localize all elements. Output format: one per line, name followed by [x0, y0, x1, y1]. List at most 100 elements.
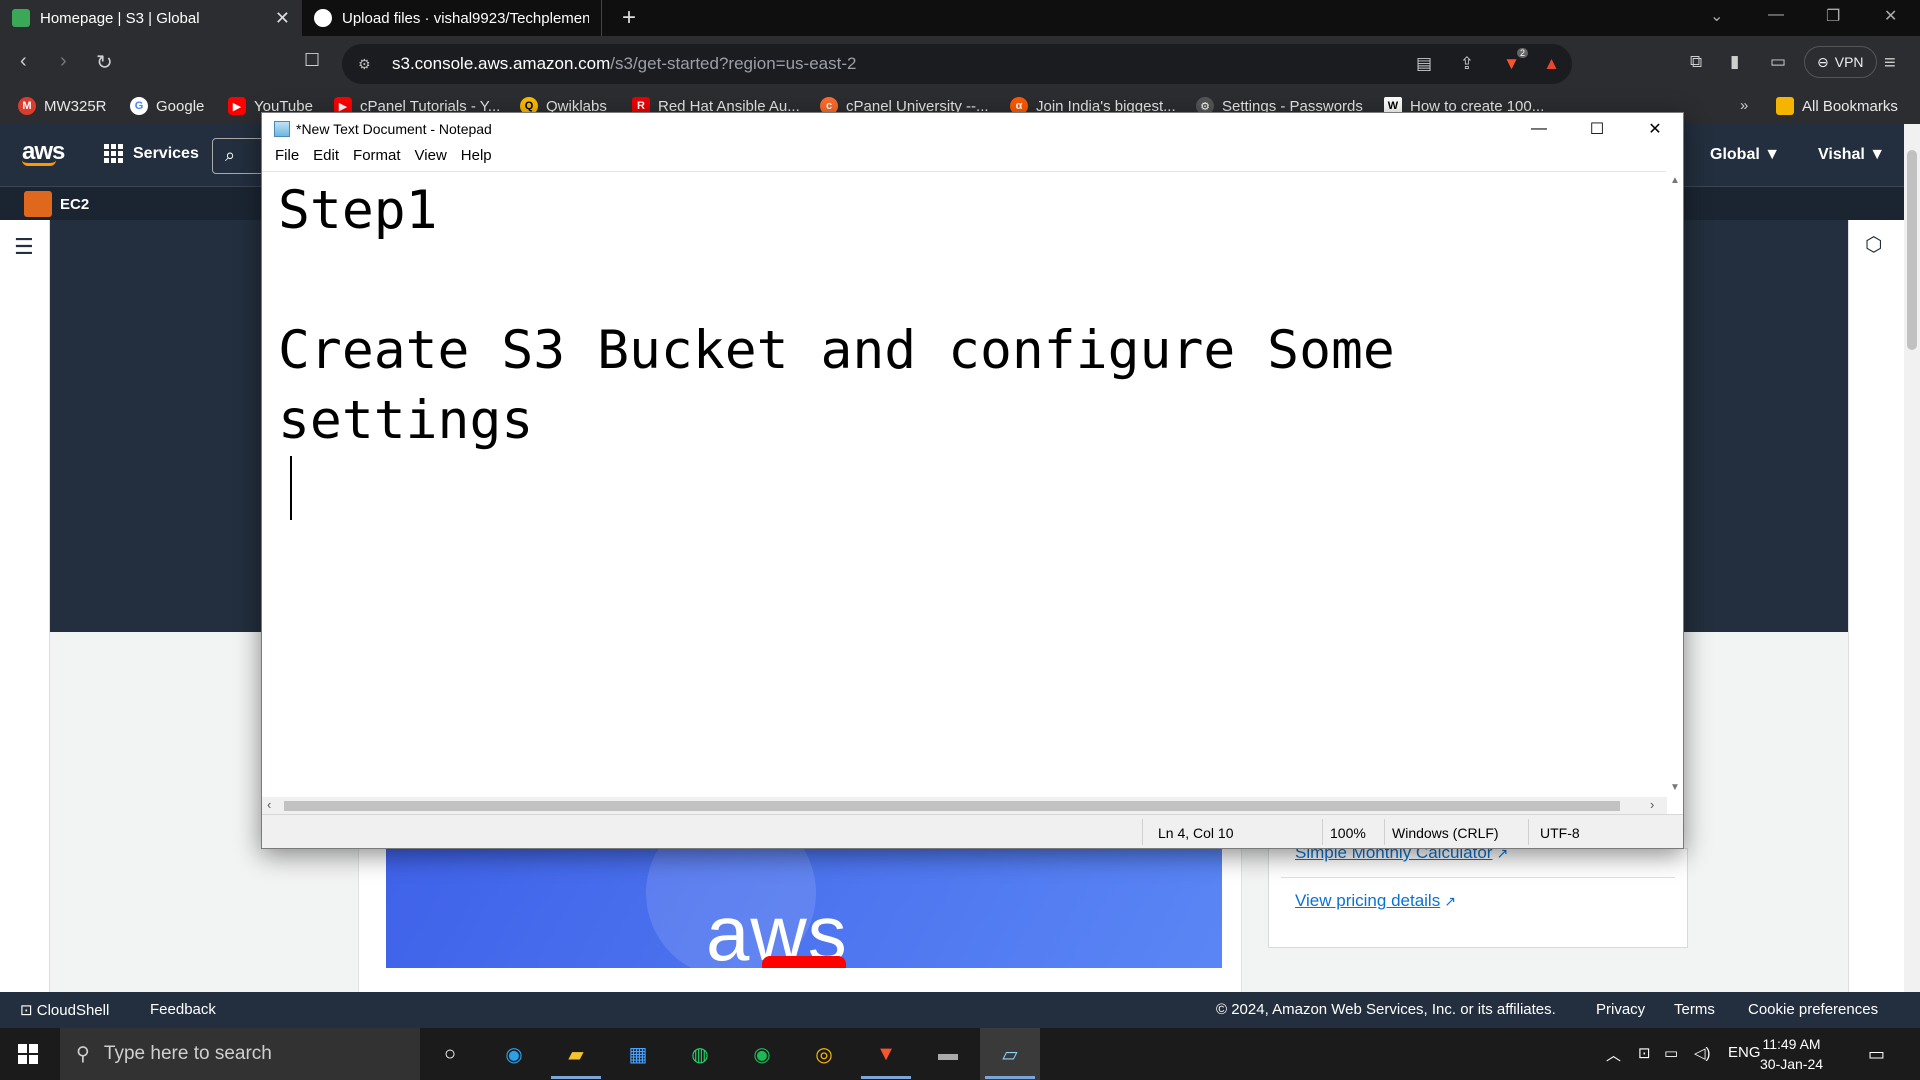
menu-format[interactable]: Format: [346, 145, 408, 167]
bookmarks-overflow-icon[interactable]: »: [1740, 97, 1748, 114]
terms-link[interactable]: Terms: [1674, 1001, 1715, 1018]
view-pricing-details-link[interactable]: View pricing details ↗: [1295, 891, 1456, 911]
link-label: View pricing details: [1295, 891, 1441, 910]
google-icon: G: [130, 97, 148, 115]
new-tab-button[interactable]: +: [622, 4, 636, 32]
windows-taskbar: ⚲ Type here to search ○ ◉ ▰ ▦ ◍ ◉ ◎ ▼ ▬ …: [0, 1028, 1920, 1080]
tab-s3-homepage[interactable]: Homepage | S3 | Global ✕: [0, 0, 302, 36]
notepad-vertical-scrollbar[interactable]: ▲ ▼: [1666, 171, 1683, 797]
browser-toolbar: ‹ › ↻ ☐ ⚙ s3.console.aws.amazon.com/s3/g…: [0, 36, 1920, 92]
m-icon: M: [18, 97, 36, 115]
cloudshell-button[interactable]: ⊡ CloudShell: [20, 1001, 109, 1019]
info-panel-icon[interactable]: ⬡: [1865, 232, 1882, 257]
account-menu[interactable]: Vishal ▼: [1818, 146, 1885, 164]
services-menu-button[interactable]: Services: [104, 144, 199, 163]
notepad-menu-bar: File Edit Format View Help: [262, 145, 1683, 167]
cookie-preferences-link[interactable]: Cookie preferences: [1748, 1001, 1878, 1018]
browser-menu-icon[interactable]: ≡: [1884, 52, 1896, 75]
aws-logo[interactable]: aws: [22, 138, 65, 166]
file-explorer-icon[interactable]: ▰: [558, 1036, 594, 1072]
system-clock[interactable]: 11:49 AM 30-Jan-24: [1760, 1034, 1823, 1074]
side-nav-collapsed: ☰: [0, 220, 50, 992]
privacy-link[interactable]: Privacy: [1596, 1001, 1645, 1018]
menu-view[interactable]: View: [408, 145, 454, 167]
notepad-taskbar-button[interactable]: ▱: [980, 1028, 1040, 1080]
scrollbar-thumb[interactable]: [284, 801, 1620, 811]
network-icon[interactable]: ▭: [1664, 1044, 1678, 1062]
ec2-shortcut[interactable]: EC2: [24, 191, 89, 217]
text-editor-area[interactable]: Step1 Create S3 Bucket and configure Some…: [262, 171, 1667, 797]
tools-panel-collapsed: ⬡: [1848, 220, 1904, 992]
brave-icon[interactable]: ▼: [868, 1036, 904, 1072]
extensions-icon[interactable]: ⧉: [1690, 52, 1702, 72]
restore-button[interactable]: ❐: [1826, 6, 1840, 26]
menu-help[interactable]: Help: [454, 145, 499, 167]
share-icon[interactable]: ⇪: [1460, 54, 1474, 74]
notifications-icon[interactable]: ▭: [1868, 1044, 1885, 1065]
site-settings-icon[interactable]: ⚙: [358, 56, 371, 73]
notepad-taskbar-icon: ▱: [1002, 1043, 1018, 1066]
brave-shields-icon[interactable]: ▼: [1503, 54, 1520, 74]
app-icon[interactable]: ▬: [930, 1036, 966, 1072]
edge-icon[interactable]: ◉: [496, 1036, 532, 1072]
external-link-icon: ↗: [1444, 893, 1456, 909]
notepad-horizontal-scrollbar[interactable]: ‹ ›: [262, 797, 1667, 814]
tab-github-upload[interactable]: Upload files · vishal9923/Techplement: [302, 0, 602, 36]
show-hidden-icons[interactable]: ︿: [1606, 1044, 1621, 1065]
tab-search-chevron-icon[interactable]: ⌄: [1710, 6, 1723, 26]
whatsapp-icon[interactable]: ◍: [682, 1036, 718, 1072]
task-view-icon[interactable]: ○: [432, 1036, 468, 1072]
wallet-icon[interactable]: ▭: [1770, 52, 1786, 72]
search-icon: ⌕: [225, 145, 236, 165]
forward-button[interactable]: ›: [60, 50, 67, 73]
text-line: Create S3 Bucket and configure Some sett…: [278, 320, 1427, 451]
bookmark-item[interactable]: M MW325R: [18, 97, 107, 115]
spotify-icon[interactable]: ◉: [744, 1036, 780, 1072]
brave-rewards-icon[interactable]: ▲: [1543, 54, 1560, 74]
reader-mode-icon[interactable]: ▤: [1416, 54, 1432, 74]
meet-now-icon[interactable]: ⊡: [1638, 1044, 1651, 1062]
region-selector[interactable]: Global ▼: [1710, 146, 1780, 164]
start-button[interactable]: [18, 1044, 38, 1064]
language-indicator[interactable]: ENG: [1728, 1044, 1761, 1061]
notepad-window: *New Text Document - Notepad — ☐ ✕ File …: [261, 112, 1684, 849]
scroll-right-arrow-icon[interactable]: ›: [1650, 797, 1654, 812]
vpn-button[interactable]: ⊖ VPN: [1804, 46, 1877, 78]
file-encoding: UTF-8: [1540, 825, 1580, 841]
bookmark-item[interactable]: G Google: [130, 97, 204, 115]
notepad-close-button[interactable]: ✕: [1626, 113, 1684, 145]
address-bar[interactable]: ⚙ s3.console.aws.amazon.com/s3/get-start…: [342, 44, 1572, 84]
chrome-icon[interactable]: ◎: [806, 1036, 842, 1072]
scroll-left-arrow-icon[interactable]: ‹: [267, 797, 271, 812]
volume-icon[interactable]: ◁): [1694, 1044, 1711, 1062]
hamburger-menu-icon[interactable]: ☰: [14, 234, 34, 260]
notepad-title-bar[interactable]: *New Text Document - Notepad: [262, 113, 1683, 145]
close-window-button[interactable]: ✕: [1884, 6, 1897, 26]
taskbar-search-box[interactable]: ⚲ Type here to search: [60, 1028, 420, 1080]
text-caret: [290, 456, 292, 520]
bookmark-label: Google: [156, 97, 205, 115]
text-line: [278, 246, 1658, 316]
microsoft-store-icon[interactable]: ▦: [620, 1036, 656, 1072]
close-tab-icon[interactable]: ✕: [275, 8, 290, 29]
all-bookmarks-button[interactable]: All Bookmarks: [1776, 97, 1898, 115]
back-button[interactable]: ‹: [20, 50, 27, 73]
notepad-minimize-button[interactable]: —: [1510, 113, 1568, 145]
minimize-button[interactable]: —: [1768, 6, 1784, 24]
page-scrollbar[interactable]: [1904, 124, 1920, 992]
menu-file[interactable]: File: [268, 145, 306, 167]
ec2-icon: [24, 191, 52, 217]
play-button-icon[interactable]: [762, 956, 846, 968]
bookmark-icon[interactable]: ☐: [304, 50, 320, 71]
url-path: /s3/get-started?region=us-east-2: [610, 54, 857, 73]
reload-button[interactable]: ↻: [96, 50, 113, 75]
terminal-icon: ⊡: [20, 1002, 37, 1019]
scroll-down-arrow-icon[interactable]: ▼: [1670, 782, 1680, 793]
menu-edit[interactable]: Edit: [306, 145, 346, 167]
intro-video-thumbnail[interactable]: aws: [386, 848, 1222, 968]
scroll-up-arrow-icon[interactable]: ▲: [1670, 175, 1680, 186]
sidebar-toggle-icon[interactable]: ▮: [1730, 52, 1739, 72]
youtube-icon: ▶: [228, 97, 246, 115]
notepad-maximize-button[interactable]: ☐: [1568, 113, 1626, 145]
feedback-link[interactable]: Feedback: [150, 1001, 216, 1018]
